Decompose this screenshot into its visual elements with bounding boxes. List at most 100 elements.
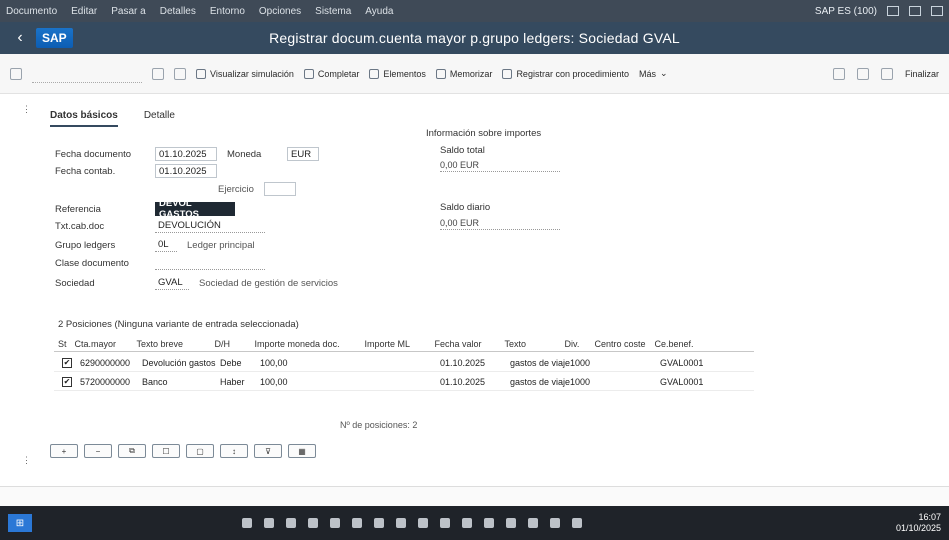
header-centro-coste: Centro coste — [594, 338, 646, 349]
cell-importe[interactable]: 100,00 — [256, 358, 366, 368]
print-icon[interactable] — [856, 67, 869, 80]
taskbar-app-icon[interactable] — [462, 518, 472, 528]
delete-row-button[interactable]: − — [84, 444, 112, 458]
taskbar-app-icon[interactable] — [264, 518, 274, 528]
label-sociedad: Sociedad — [55, 277, 95, 289]
toolbar-right: Finalizar — [832, 67, 939, 80]
taskbar-app-icon[interactable] — [528, 518, 538, 528]
more-button[interactable]: Más ⌄ — [639, 68, 668, 79]
tab-detail[interactable]: Detalle — [144, 110, 175, 127]
input-clase-documento[interactable] — [155, 256, 265, 270]
taskbar-app-icon[interactable] — [286, 518, 296, 528]
taskbar-app-icon[interactable] — [440, 518, 450, 528]
header-importe-doc: Importe moneda doc. — [254, 338, 340, 349]
cell-importe[interactable]: 100,00 — [256, 377, 366, 387]
row-checkbox[interactable]: ✔ — [62, 376, 72, 387]
row-texto-cabecera: Txt.cab.doc DEVOLUCIÓN — [55, 219, 265, 233]
taskbar-app-icon[interactable] — [484, 518, 494, 528]
taskbar-app-icon[interactable] — [242, 518, 252, 528]
cell-dh[interactable]: Debe — [216, 358, 256, 368]
insert-row-button[interactable]: + — [50, 444, 78, 458]
hold-button[interactable]: Memorizar — [435, 68, 492, 79]
save-icon[interactable] — [152, 67, 164, 80]
menu-item-entorno[interactable]: Entorno — [210, 6, 245, 17]
taskbar-app-icon[interactable] — [572, 518, 582, 528]
complete-button[interactable]: Completar — [303, 68, 359, 79]
cell-cuenta[interactable]: 6290000000 — [76, 358, 138, 368]
input-fecha-contab[interactable]: 01.10.2025 — [155, 164, 217, 178]
table-row[interactable]: ✔ 5720000000 Banco Haber 100,00 01.10.20… — [54, 373, 754, 391]
cell-ce-benef[interactable]: GVAL0001 — [656, 358, 707, 368]
taskbar-app-icon[interactable] — [506, 518, 516, 528]
tab-basic-data[interactable]: Datos básicos — [50, 110, 118, 127]
row-clase-documento: Clase documento — [55, 256, 265, 270]
input-ejercicio[interactable] — [263, 182, 296, 196]
header-div: Div. — [564, 338, 580, 349]
cell-texto[interactable]: gastos de viaje — [506, 377, 570, 387]
menu-item-pasar-a[interactable]: Pasar a — [111, 6, 145, 17]
menu-item-detalles[interactable]: Detalles — [160, 6, 196, 17]
start-icon[interactable]: ⊞ — [8, 514, 32, 532]
cell-div[interactable]: 1000 — [566, 358, 596, 368]
input-moneda[interactable]: EUR — [287, 147, 319, 161]
taskbar-app-icon[interactable] — [418, 518, 428, 528]
row-checkbox[interactable]: ✔ — [62, 357, 72, 368]
input-referencia[interactable]: DEVOL GASTOS — [155, 198, 235, 220]
tab-strip: Datos básicos Detalle — [50, 110, 175, 127]
info-panel-title: Información sobre importes — [426, 128, 542, 139]
taskbar-app-icon[interactable] — [330, 518, 340, 528]
row-referencia: Referencia DEVOL GASTOS — [55, 198, 235, 220]
input-sociedad[interactable]: GVAL — [155, 276, 189, 290]
taskbar-app-icon[interactable] — [550, 518, 560, 528]
menu-item-opciones[interactable]: Opciones — [259, 6, 301, 17]
sort-button[interactable]: ↕ — [220, 444, 248, 458]
input-fecha-documento[interactable]: 01.10.2025 — [155, 147, 217, 161]
label-clase-documento: Clase documento — [55, 257, 129, 269]
input-grupo-ledgers[interactable]: 0L — [155, 238, 177, 252]
window-maximize-icon[interactable] — [909, 6, 921, 16]
taskbar-app-icon[interactable] — [374, 518, 384, 528]
settings-icon[interactable] — [880, 67, 893, 80]
label-texto-cabecera: Txt.cab.doc — [55, 220, 105, 232]
taskbar-app-icon[interactable] — [396, 518, 406, 528]
copy-row-button[interactable]: ⧉ — [118, 444, 146, 458]
window-minimize-icon[interactable] — [887, 6, 899, 16]
filter-button[interactable]: ⊽ — [254, 444, 282, 458]
taskbar-app-icon[interactable] — [352, 518, 362, 528]
search-icon[interactable] — [832, 67, 845, 80]
cell-texto-breve: Devolución gastos — [142, 357, 216, 368]
left-panel-marker[interactable]: ⋮ — [22, 104, 31, 115]
menu-item-sistema[interactable]: Sistema — [315, 6, 351, 17]
header-dh: D/H — [214, 338, 231, 349]
system-tray-clock[interactable]: 16:07 01/10/2025 — [896, 512, 941, 534]
label-moneda: Moneda — [227, 148, 262, 160]
menu-item-ayuda[interactable]: Ayuda — [365, 6, 393, 17]
windows-taskbar: ⊞ 16:07 01/10/2025 — [0, 506, 949, 540]
window-close-icon[interactable] — [931, 6, 943, 16]
deselect-all-button[interactable]: ▢ — [186, 444, 214, 458]
menu-item-editar[interactable]: Editar — [71, 6, 97, 17]
items-table-header: St Cta.mayor Texto breve D/H Importe mon… — [54, 336, 754, 352]
post-with-procedure-button[interactable]: Registrar con procedimiento — [502, 68, 629, 79]
cell-texto[interactable]: gastos de viaje — [506, 358, 570, 368]
table-row[interactable]: ✔ 6290000000 Devolución gastos Debe 100,… — [54, 354, 754, 372]
left-panel-marker-bottom[interactable]: ⋮ — [22, 455, 31, 466]
input-texto-cabecera[interactable]: DEVOLUCIÓN — [155, 219, 265, 233]
select-all-button[interactable]: ☐ — [152, 444, 180, 458]
cell-cuenta[interactable]: 5720000000 — [76, 377, 138, 387]
cell-fecha-valor[interactable]: 01.10.2025 — [436, 358, 506, 368]
label-saldo-total: Saldo total — [440, 145, 485, 156]
command-field[interactable] — [32, 65, 142, 83]
elements-button[interactable]: Elementos — [369, 68, 426, 79]
cell-ce-benef[interactable]: GVAL0001 — [656, 377, 707, 387]
layout-button[interactable]: ▦ — [288, 444, 316, 458]
taskbar-app-icon[interactable] — [308, 518, 318, 528]
display-simulation-button[interactable]: Visualizar simulación — [196, 68, 294, 79]
exit-button[interactable]: Finalizar — [905, 69, 939, 79]
value-saldo-total: 0,00 EUR — [440, 160, 560, 172]
cell-div[interactable]: 1000 — [566, 377, 596, 387]
cell-dh[interactable]: Haber — [216, 377, 256, 387]
favorites-icon[interactable] — [174, 67, 186, 80]
cell-fecha-valor[interactable]: 01.10.2025 — [436, 377, 506, 387]
menu-item-documento[interactable]: Documento — [6, 6, 57, 17]
